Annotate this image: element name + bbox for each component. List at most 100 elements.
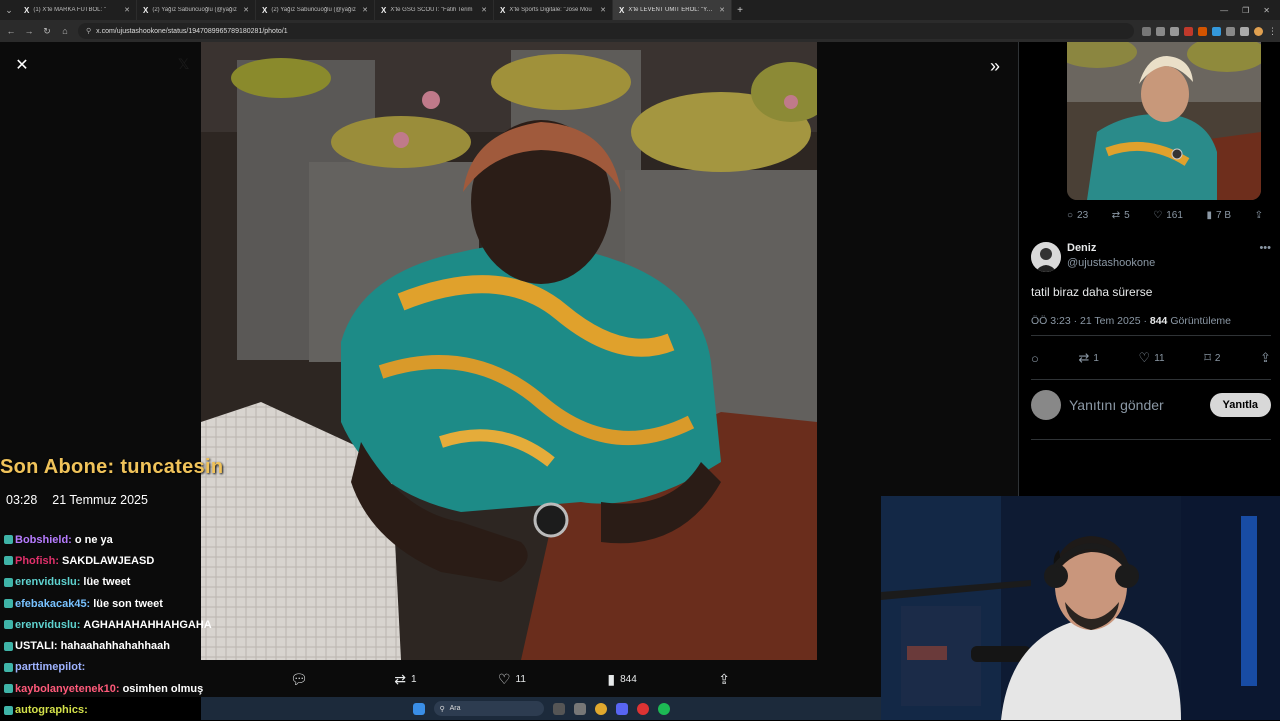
tab-close-icon[interactable]: ✕ xyxy=(600,6,606,14)
close-icon: ✕ xyxy=(15,57,29,74)
extensions-puzzle-icon[interactable] xyxy=(1226,26,1235,36)
browser-tab[interactable]: X (1) X'te MARKA FUTBOL: " ✕ xyxy=(18,0,137,20)
tweet-side-panel: ○ 23 ⇄ 5 ♡ 161 ▮ 7 B ⇪ Deniz @ujustashookone… xyxy=(1018,42,1280,497)
parent-views[interactable]: ▮ 7 B xyxy=(1206,210,1231,221)
back-icon[interactable]: ← xyxy=(6,26,16,36)
reply-submit-button[interactable]: Yanıtla xyxy=(1209,393,1271,417)
zoom-icon[interactable] xyxy=(1156,26,1165,36)
stream-clock: 03:28 21 Temmuz 2025 xyxy=(6,493,148,507)
chat-badge-icon xyxy=(4,599,13,609)
parent-tweet-image[interactable] xyxy=(1067,42,1261,200)
heart-icon: ♡ xyxy=(1153,210,1163,221)
reply-author-name[interactable]: Deniz xyxy=(1067,242,1096,254)
chat-username: erenviduslu: xyxy=(15,576,81,589)
site-info-icon[interactable]: ⚲ xyxy=(86,27,91,35)
profile-avatar[interactable] xyxy=(1254,26,1263,36)
like-button[interactable]: ♡ 11 xyxy=(1139,350,1165,366)
extension-icon[interactable] xyxy=(1198,26,1207,36)
spotify-icon[interactable] xyxy=(657,702,670,715)
extension-icon[interactable] xyxy=(1212,26,1221,36)
new-tab-button[interactable]: + xyxy=(732,5,748,16)
browser-icon[interactable] xyxy=(636,702,649,715)
restore-icon[interactable]: ❐ xyxy=(1242,6,1249,15)
browser-tab[interactable]: X (2) Yağız Sabuncuoğlu (@yağız ✕ xyxy=(256,0,375,20)
reply-actions: ○ ⇄ 1 ♡ 11 ⌑ 2 ⇪ xyxy=(1031,350,1271,366)
parent-replies[interactable]: ○ 23 xyxy=(1067,210,1088,221)
retweet-button[interactable]: ⇄ 1 xyxy=(1078,350,1098,366)
views-action[interactable]: ▮ 844 xyxy=(607,671,636,688)
chat-badge-icon xyxy=(4,620,13,630)
like-action[interactable]: ♡ 11 xyxy=(498,671,526,688)
task-view-icon[interactable] xyxy=(552,702,565,715)
retweet-icon: ⇄ xyxy=(1078,350,1090,365)
bookmark-icon: ⌑ xyxy=(1204,350,1211,365)
x-favicon-icon: X xyxy=(143,5,149,15)
forward-icon[interactable]: → xyxy=(24,26,34,36)
parent-share[interactable]: ⇪ xyxy=(1255,210,1263,221)
parent-image xyxy=(1067,42,1261,200)
chrome-icon[interactable] xyxy=(594,702,607,715)
url-field[interactable]: ⚲ x.com/ujustashookone/status/1947089965… xyxy=(78,23,1134,39)
share-action[interactable]: ⇪ xyxy=(718,671,730,688)
browser-tab[interactable]: X X'te GSG SCOUT: "Fatih Terim ✕ xyxy=(375,0,494,20)
chat-message: erenviduslu: lüe tweet xyxy=(4,572,244,593)
tab-close-icon[interactable]: ✕ xyxy=(362,6,368,14)
extension-icon[interactable] xyxy=(1184,26,1193,36)
tab-close-icon[interactable]: ✕ xyxy=(243,6,249,14)
retweet-action[interactable]: ⇄ 1 xyxy=(394,671,416,688)
toggle-sidebar-button[interactable]: » xyxy=(984,56,1006,76)
avatar[interactable] xyxy=(1031,242,1061,272)
reply-author-handle[interactable]: @ujustashookone xyxy=(1067,257,1155,269)
bookmark-button[interactable]: ⌑ 2 xyxy=(1204,350,1220,366)
tab-close-icon[interactable]: ✕ xyxy=(481,6,487,14)
address-bar-row: ← → ↻ ⌂ ⚲ x.com/ujustashookone/status/19… xyxy=(0,20,1280,42)
chat-text: AGHAHAHAHHAHGAHA xyxy=(83,618,212,631)
windows-taskbar: ⚲ Ara xyxy=(201,697,881,720)
chevron-double-right-icon: » xyxy=(989,56,1000,76)
tab-menu-icon[interactable]: ⌄ xyxy=(0,5,18,16)
reply-tweet: Deniz @ujustashookone ••• tatil biraz da… xyxy=(1031,242,1271,366)
chat-username: Phofish: xyxy=(15,554,59,567)
taskbar-search[interactable]: ⚲ Ara xyxy=(433,701,544,716)
reply-views: 844 xyxy=(1149,315,1168,327)
chat-text: o ne ya xyxy=(74,533,113,546)
browser-tab[interactable]: X X'te Sports Digitale: "Jose Mou ✕ xyxy=(494,0,613,20)
reply-input[interactable]: Yanıtını gönder xyxy=(1069,397,1202,413)
file-explorer-icon[interactable] xyxy=(573,702,586,715)
bookmark-star-icon[interactable] xyxy=(1170,26,1179,36)
chat-username: kaybolanyetenek10: xyxy=(15,682,120,695)
chat-badge-icon xyxy=(4,662,13,672)
reply-icon: ○ xyxy=(1031,350,1039,366)
share-icon: ⇪ xyxy=(718,670,730,687)
reply-time[interactable]: ÖÖ 3:23 · 21 Tem 2025 · xyxy=(1031,315,1150,327)
menu-kebab-icon[interactable]: ⋮ xyxy=(1268,26,1277,36)
webcam-feed xyxy=(881,496,1280,720)
tab-close-icon[interactable]: ✕ xyxy=(124,6,130,14)
discord-icon[interactable] xyxy=(615,702,628,715)
close-photo-button[interactable]: ✕ xyxy=(12,56,32,76)
reply-button[interactable]: ○ xyxy=(1031,350,1039,366)
chat-message: erenviduslu: AGHAHAHAHHAHGAHA xyxy=(4,614,244,635)
chat-badge-icon xyxy=(4,556,13,566)
x-logo-icon: 𝕏 xyxy=(178,56,190,72)
share-button[interactable]: ⇪ xyxy=(1260,350,1271,366)
reply-action[interactable]: 💬︎ xyxy=(290,671,313,688)
chat-message: USTALI: hahaahahhahahhaah xyxy=(4,635,244,656)
browser-tab[interactable]: X X'te LEVENT ÜMİT EROL: "Yerde ✕ xyxy=(613,0,732,20)
parent-likes[interactable]: ♡ 161 xyxy=(1153,210,1183,221)
window-close-icon[interactable]: ✕ xyxy=(1263,6,1270,15)
stream-chat: Bobshield: o ne ya Phofish: SAKDLAWJEASD ere… xyxy=(4,529,244,721)
chat-message: parttimepilot: xyxy=(4,657,244,678)
home-icon[interactable]: ⌂ xyxy=(60,26,70,36)
windows-start-icon[interactable] xyxy=(412,702,425,715)
minimize-icon[interactable]: — xyxy=(1220,6,1228,15)
tab-close-icon[interactable]: ✕ xyxy=(719,6,725,14)
more-options-icon[interactable]: ••• xyxy=(1259,242,1271,254)
sidebar-icon[interactable] xyxy=(1240,26,1249,36)
cast-icon[interactable] xyxy=(1142,26,1151,36)
browser-tab[interactable]: X (2) Yağız Sabuncuoğlu (@yağız ✕ xyxy=(137,0,256,20)
chat-username: erenviduslu: xyxy=(15,618,81,631)
tweet-photo[interactable] xyxy=(201,42,817,660)
parent-retweets[interactable]: ⇄ 5 xyxy=(1112,210,1130,221)
reload-icon[interactable]: ↻ xyxy=(42,26,52,37)
